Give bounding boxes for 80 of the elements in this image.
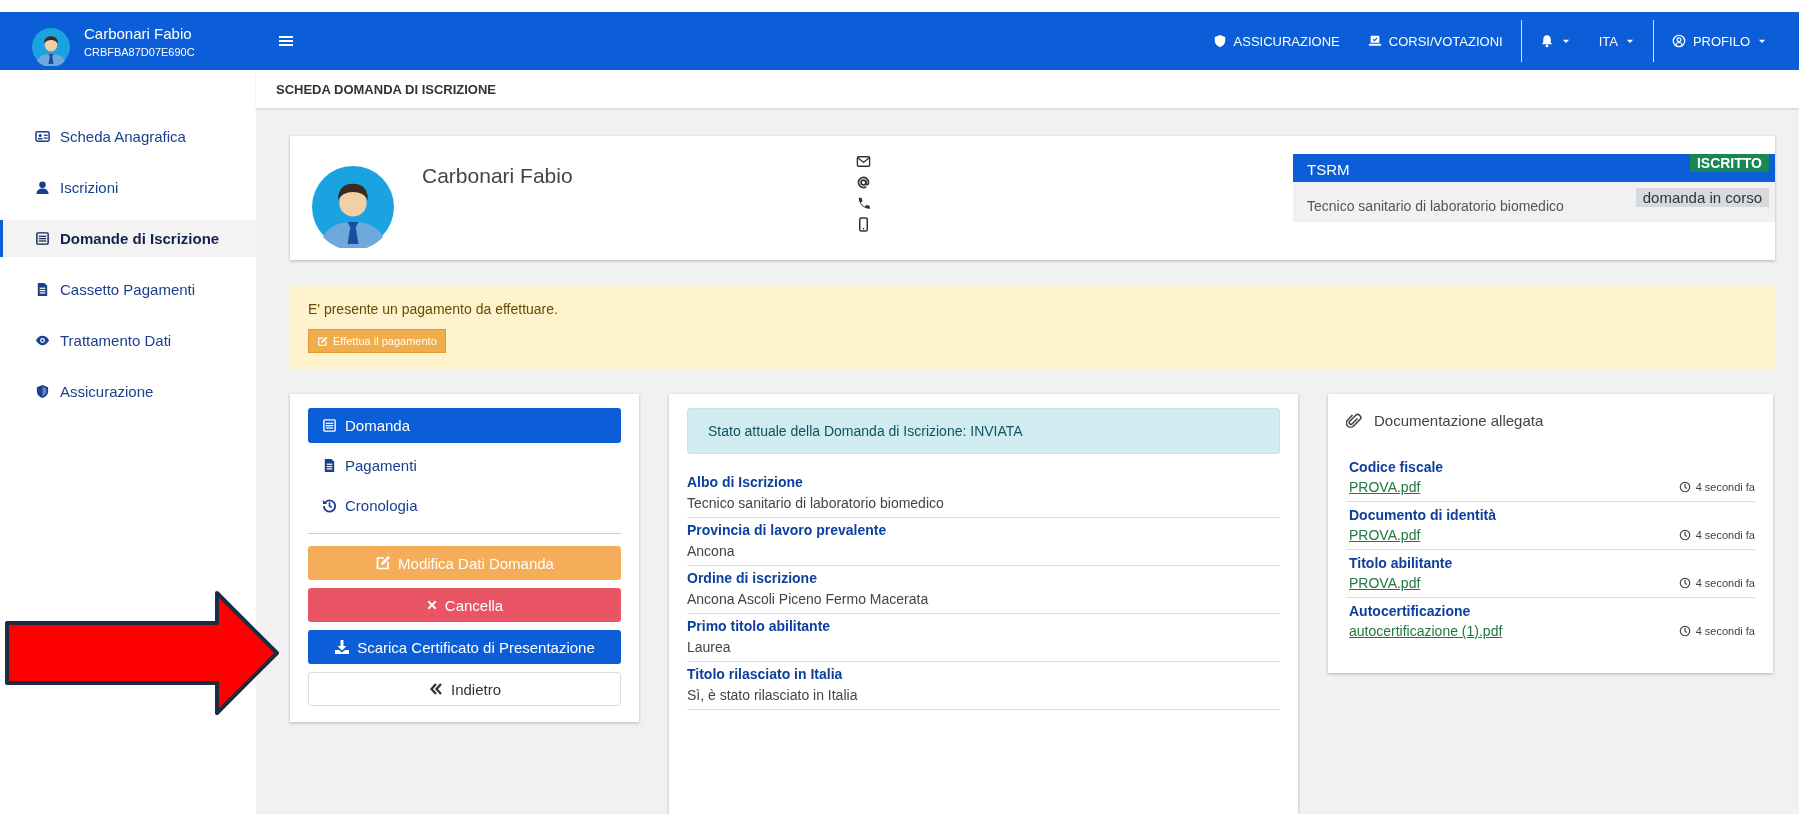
document-icon [35,282,50,297]
sidebar-item[interactable]: Domande di Iscrizione [0,220,256,257]
paperclip-icon [1346,412,1362,429]
menu-item[interactable]: Cronologia [308,488,621,523]
mobile-phone-icon [856,217,871,232]
field-label: Albo di Iscrizione [687,474,804,490]
field-value: Ancona [687,543,736,559]
sidebar-item[interactable]: Assicurazione [0,373,256,410]
close-icon [425,599,438,611]
user-circle-icon [1671,34,1686,48]
upload-time: 4 secondi fa [1695,577,1755,589]
status-badge: ISCRITTO [1689,154,1769,172]
registration-title: TSRM [1307,161,1350,180]
document-icon [322,458,337,473]
nav-link[interactable]: ASSICURAZIONE [1212,33,1340,49]
shield-icon [1212,34,1227,48]
document-label: Documento di identità [1349,507,1497,523]
field-value: Ancona Ascoli Piceno Fermo Macerata [687,591,930,607]
field-label: Titolo rilasciato in Italia [687,666,844,682]
menu-item[interactable]: Domanda [308,408,621,443]
nav-link[interactable]: CORSI/VOTAZIONI [1367,33,1503,49]
dropdown-menu[interactable]: ITA [1598,33,1635,49]
user-name: Carbonari Fabio [84,24,193,42]
dropdown-menu[interactable]: PROFILO [1671,33,1767,49]
page-title: SCHEDA DOMANDA DI ISCRIZIONE [276,81,497,97]
file-link[interactable]: PROVA.pdf [1349,479,1421,495]
document-label: Autocertificazione [1349,603,1472,619]
field-value: Laurea [687,639,732,655]
file-link[interactable]: PROVA.pdf [1349,575,1421,591]
upload-time: 4 secondi fa [1695,625,1755,637]
download-button[interactable]: Scarica Certificato di Presentazione [308,630,621,664]
upload-time: 4 secondi fa [1695,529,1755,541]
field-value: Sì, è stato rilasciato in Italia [687,687,859,703]
edit-icon [375,555,392,571]
download-icon [334,639,351,655]
laptop-icon [1367,34,1382,48]
documents-title: Documentazione allegata [1374,412,1544,429]
state-badge: domanda in corso [1635,188,1769,207]
bell-icon [1539,34,1554,48]
profession-text: Tecnico sanitario di laboratorio biomedico [1307,197,1564,214]
clock-icon [1678,529,1691,541]
delete-button[interactable]: Cancella [308,588,621,622]
avatar-icon [312,166,394,248]
avatar-icon [32,28,70,66]
document-label: Titolo abilitante [1349,555,1454,571]
history-icon [322,498,337,513]
sidebar-item[interactable]: Trattamento Dati [0,322,256,359]
shield-icon [35,384,50,399]
alert-text: E' presente un pagamento da effettuare. [308,301,558,317]
user-icon [35,180,50,195]
dropdown-menu[interactable] [1539,34,1571,48]
file-link[interactable]: PROVA.pdf [1349,527,1421,543]
field-label: Provincia di lavoro prevalente [687,522,888,538]
field-label: Primo titolo abilitante [687,618,832,634]
status-message: Stato attuale della Domanda di Iscrizione: INVIATA [687,408,1280,454]
clock-icon [1678,625,1691,637]
at-sign-icon [856,175,871,190]
sidebar-item[interactable]: Iscrizioni [0,169,256,206]
clock-icon [1678,481,1691,493]
envelope-icon [856,154,871,169]
eye-icon [35,333,50,348]
profile-name: Carbonari Fabio [422,164,574,189]
field-value: Tecnico sanitario di laboratorio biomedico [687,495,945,511]
form-icon [322,418,337,433]
file-link[interactable]: autocertificazione (1).pdf [1349,623,1503,639]
sidebar-item[interactable]: Scheda Anagrafica [0,118,256,155]
sidebar-item[interactable]: Cassetto Pagamenti [0,271,256,308]
field-label: Ordine di iscrizione [687,570,818,586]
clock-icon [1678,577,1691,589]
menu-item[interactable]: Pagamenti [308,448,621,483]
double-chevron-icon [427,681,444,697]
form-icon [35,231,50,246]
document-label: Codice fiscale [1349,459,1445,475]
edit-icon [317,335,328,347]
menu-icon [278,33,294,49]
user-code: CRBFBA87D07E690C [84,45,195,58]
back-button[interactable]: Indietro [308,672,621,706]
upload-time: 4 secondi fa [1695,481,1755,493]
phone-icon [856,196,871,211]
id-card-icon [35,129,50,144]
